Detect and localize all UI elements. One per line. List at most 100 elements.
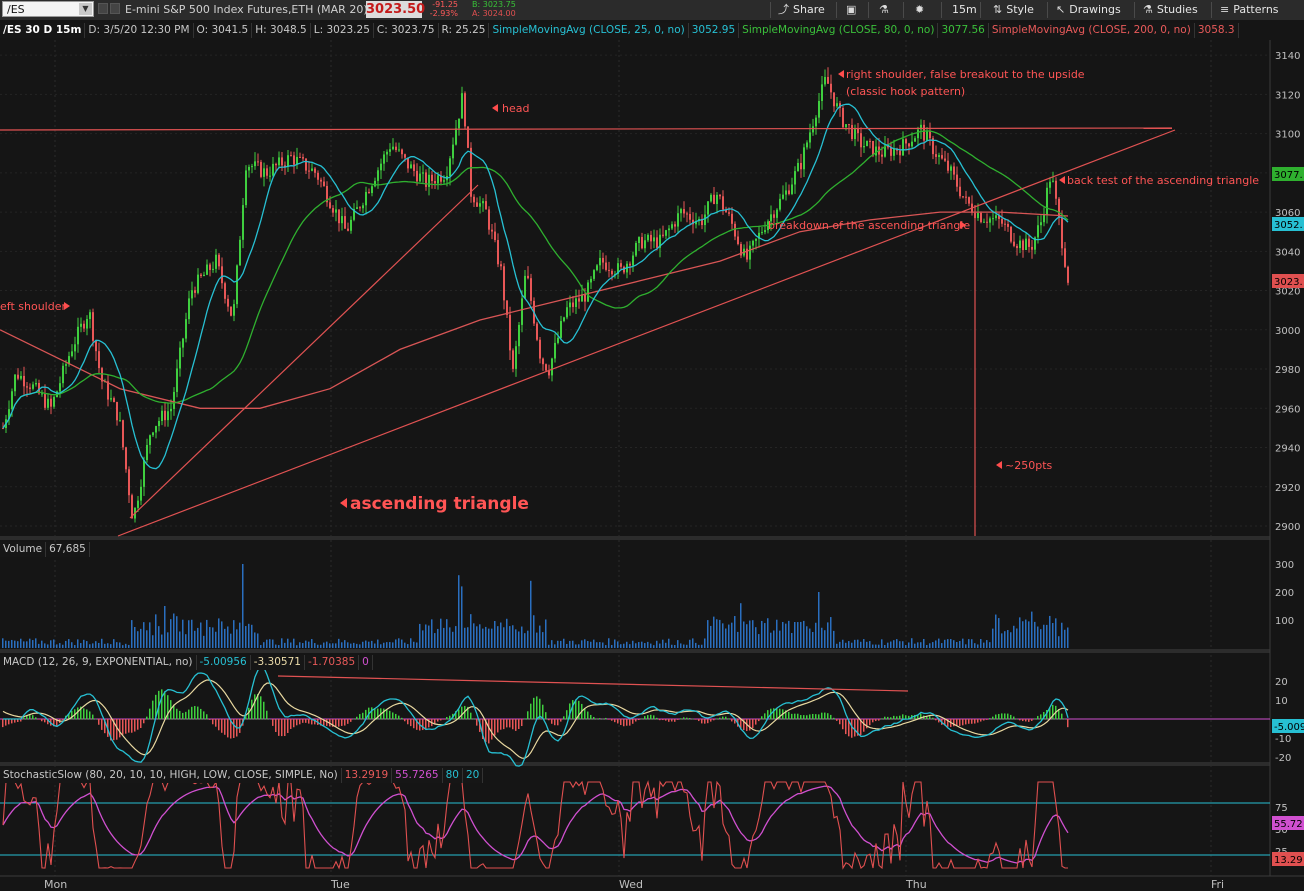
candle-body	[908, 143, 910, 147]
macd-histogram-bar	[893, 715, 895, 720]
volume-bar	[638, 642, 640, 648]
volume-bar	[485, 626, 487, 648]
candle-body	[539, 339, 541, 359]
patterns-icon: ≡	[1220, 3, 1230, 16]
macd-histogram-bar	[890, 717, 892, 720]
studies-button[interactable]: ⚗ Studies	[1143, 0, 1198, 20]
macd-histogram-bar	[656, 717, 658, 720]
volume-study-label[interactable]: Volume	[0, 542, 47, 557]
volume-bar	[326, 641, 328, 648]
candle-body	[41, 393, 43, 395]
macd-histogram-bar	[131, 719, 133, 733]
volume-bar	[458, 575, 460, 648]
patterns-button[interactable]: ≡ Patterns	[1220, 0, 1279, 20]
candle-body	[752, 240, 754, 246]
candle-body	[233, 304, 235, 316]
volume-bar	[464, 627, 466, 648]
volume-bar	[26, 641, 28, 648]
candle-body	[404, 154, 406, 158]
stoch-study-label[interactable]: StochasticSlow (80, 20, 10, 10, HIGH, LO…	[0, 768, 342, 783]
volume-bar	[854, 639, 856, 648]
candle-body	[689, 213, 691, 220]
candle-body	[449, 158, 451, 177]
volume-bar	[8, 640, 10, 648]
macd-histogram-bar	[896, 716, 898, 720]
macd-histogram-bar	[665, 719, 667, 721]
candle-body	[665, 230, 667, 236]
volume-bar	[833, 630, 835, 648]
style-button[interactable]: ⇅ Style	[993, 0, 1034, 20]
macd-histogram-bar	[1001, 713, 1003, 720]
volume-bar	[476, 626, 478, 648]
macd-histogram-bar	[398, 715, 400, 720]
candle-body	[293, 155, 295, 165]
macd-histogram-bar	[620, 719, 622, 726]
volume-bar	[599, 642, 601, 648]
macd-histogram-bar	[2, 719, 4, 728]
macd-histogram-bar	[95, 718, 97, 720]
volume-bar	[752, 620, 754, 648]
share-button[interactable]: ⤴ Share	[778, 0, 825, 20]
macd-zero-value: 0	[359, 655, 373, 670]
flask-button[interactable]: ⚗	[879, 0, 893, 20]
macd-histogram-bar	[599, 718, 601, 720]
candle-body	[227, 298, 229, 307]
volume-bar	[401, 639, 403, 648]
candle-body	[872, 140, 874, 156]
separator	[868, 2, 869, 18]
link-icon[interactable]	[98, 3, 108, 14]
candle-body	[152, 432, 154, 436]
candle-body	[923, 124, 925, 141]
settings-button[interactable]: ✹	[915, 0, 928, 20]
volume-bar	[68, 639, 70, 648]
volume-bar	[530, 580, 532, 648]
drawings-button[interactable]: ↖ Drawings	[1056, 0, 1121, 20]
volume-bar	[710, 625, 712, 648]
volume-bar	[107, 643, 109, 648]
volume-bar	[287, 638, 289, 648]
volume-bar	[626, 641, 628, 648]
symbol-selector[interactable]: /ES ▼	[2, 1, 94, 17]
chart-symbol[interactable]: /ES 30 D 15m	[0, 23, 86, 38]
link-group-icon[interactable]	[110, 3, 120, 14]
volume-bar	[230, 633, 232, 648]
chart-canvas[interactable]: eft shoulder head right shoulder, false …	[0, 20, 1304, 891]
volume-bar	[965, 644, 967, 648]
volume-bar	[866, 641, 868, 648]
macd-header: MACD (12, 26, 9, EXPONENTIAL, no) -5.0095…	[0, 655, 373, 670]
macd-histogram-bar	[254, 694, 256, 720]
volume-bar	[758, 634, 760, 648]
macd-histogram-bar	[749, 719, 751, 731]
volume-bar	[515, 629, 517, 648]
sma200-study-label[interactable]: SimpleMovingAvg (CLOSE, 200, 0, no)	[989, 23, 1195, 38]
macd-study-label[interactable]: MACD (12, 26, 9, EXPONENTIAL, no)	[0, 655, 197, 670]
sma80-study-label[interactable]: SimpleMovingAvg (CLOSE, 80, 0, no)	[739, 23, 939, 38]
sma25-study-label[interactable]: SimpleMovingAvg (CLOSE, 25, 0, no)	[489, 23, 689, 38]
macd-histogram-bar	[275, 719, 277, 732]
candle-body	[203, 274, 205, 277]
volume-bar	[335, 643, 337, 648]
volume-bar	[149, 622, 151, 648]
candle-body	[818, 100, 820, 118]
volume-bar	[47, 644, 49, 648]
candle-body	[1007, 223, 1009, 227]
volume-bar	[176, 616, 178, 648]
volume-bar	[272, 639, 274, 648]
macd-histogram-bar	[929, 716, 931, 720]
candle-body	[1061, 218, 1063, 249]
candle-body	[455, 128, 457, 145]
candle-body	[704, 214, 706, 226]
candle-body	[941, 155, 943, 159]
price-tick-label: 3000	[1275, 326, 1300, 337]
timeframe-button[interactable]: 15m	[952, 0, 977, 20]
volume-bar	[434, 633, 436, 648]
macd-histogram-bar	[1037, 715, 1039, 720]
volume-bar	[947, 639, 949, 648]
candle-body	[287, 155, 289, 167]
candle-body	[1043, 214, 1045, 223]
volume-bar	[887, 642, 889, 648]
macd-histogram-bar	[35, 717, 37, 720]
candle-body	[23, 375, 25, 387]
snapshot-button[interactable]: ▣	[846, 0, 860, 20]
chevron-down-icon[interactable]: ▼	[79, 3, 92, 15]
